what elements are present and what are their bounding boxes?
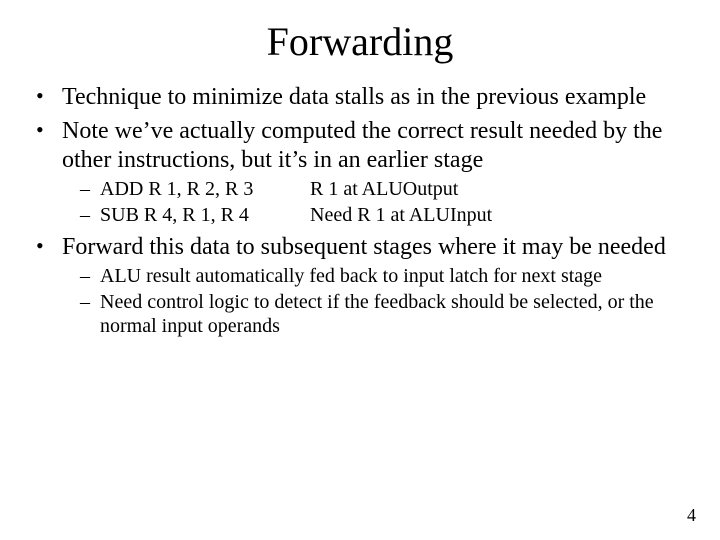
slide-title: Forwarding	[0, 0, 720, 77]
sub-bullet-text: ALU result automatically fed back to inp…	[100, 265, 602, 287]
sub-bullet-item: SUB R 4, R 1, R 4 Need R 1 at ALUInput	[62, 204, 686, 228]
slide-body: Technique to minimize data stalls as in …	[0, 83, 720, 338]
code-note: Need R 1 at ALUInput	[310, 204, 686, 228]
bullet-text: Technique to minimize data stalls as in …	[62, 84, 646, 110]
code-row: SUB R 4, R 1, R 4 Need R 1 at ALUInput	[100, 204, 686, 228]
page-number: 4	[687, 505, 696, 526]
bullet-item: Note we’ve actually computed the correct…	[34, 117, 686, 227]
bullet-text: Note we’ve actually computed the correct…	[62, 118, 662, 172]
bullet-text: Forward this data to subsequent stages w…	[62, 234, 666, 260]
sub-bullet-item: ALU result automatically fed back to inp…	[62, 265, 686, 289]
bullet-item: Forward this data to subsequent stages w…	[34, 233, 686, 338]
sub-bullet-list: ADD R 1, R 2, R 3 R 1 at ALUOutput SUB R…	[62, 178, 686, 227]
code-instruction: ADD R 1, R 2, R 3	[100, 178, 310, 202]
sub-bullet-item: ADD R 1, R 2, R 3 R 1 at ALUOutput	[62, 178, 686, 202]
sub-bullet-list: ALU result automatically fed back to inp…	[62, 265, 686, 338]
code-instruction: SUB R 4, R 1, R 4	[100, 204, 310, 228]
bullet-item: Technique to minimize data stalls as in …	[34, 83, 686, 111]
bullet-list: Technique to minimize data stalls as in …	[34, 83, 686, 338]
sub-bullet-item: Need control logic to detect if the feed…	[62, 291, 686, 338]
slide: Forwarding Technique to minimize data st…	[0, 0, 720, 540]
sub-bullet-text: Need control logic to detect if the feed…	[100, 291, 654, 337]
code-note: R 1 at ALUOutput	[310, 178, 686, 202]
code-row: ADD R 1, R 2, R 3 R 1 at ALUOutput	[100, 178, 686, 202]
